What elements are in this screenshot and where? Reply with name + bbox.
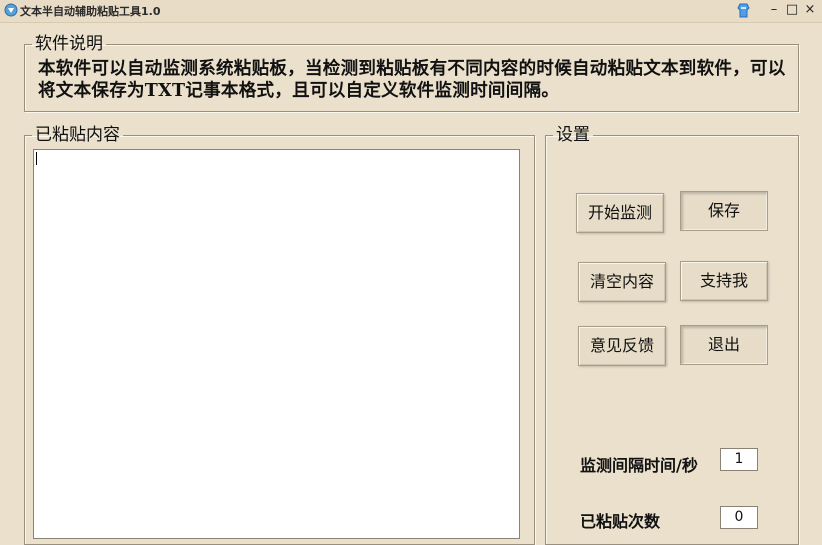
maximize-button[interactable]: □ [784, 2, 800, 18]
minimize-button[interactable]: – [766, 2, 782, 18]
save-button[interactable]: 保存 [680, 191, 768, 231]
interval-label: 监测间隔时间/秒 [580, 456, 698, 475]
window-title: 文本半自动辅助粘贴工具1.0 [20, 5, 161, 18]
skin-icon[interactable] [735, 2, 752, 19]
support-button[interactable]: 支持我 [680, 261, 768, 301]
paste-count-value: 0 [720, 506, 758, 529]
close-button[interactable]: × [802, 2, 818, 18]
exit-button[interactable]: 退出 [680, 325, 768, 365]
description-legend: 软件说明 [35, 34, 103, 54]
app-icon [4, 3, 18, 17]
clear-content-button[interactable]: 清空内容 [578, 262, 666, 302]
start-monitor-button[interactable]: 开始监测 [576, 193, 664, 233]
description-text: 本软件可以自动监测系统粘贴板，当检测到粘贴板有不同内容的时候自动粘贴文本到软件，… [38, 59, 786, 101]
paste-count-label: 已粘贴次数 [580, 512, 661, 531]
title-bar[interactable]: 文本半自动辅助粘贴工具1.0 – □ × [0, 0, 822, 23]
text-caret [36, 152, 37, 165]
pasted-content-legend: 已粘贴内容 [35, 125, 120, 145]
interval-input[interactable]: 1 [720, 448, 758, 471]
feedback-button[interactable]: 意见反馈 [578, 326, 666, 366]
settings-legend: 设置 [556, 125, 590, 145]
pasted-content-textarea[interactable] [33, 149, 520, 539]
